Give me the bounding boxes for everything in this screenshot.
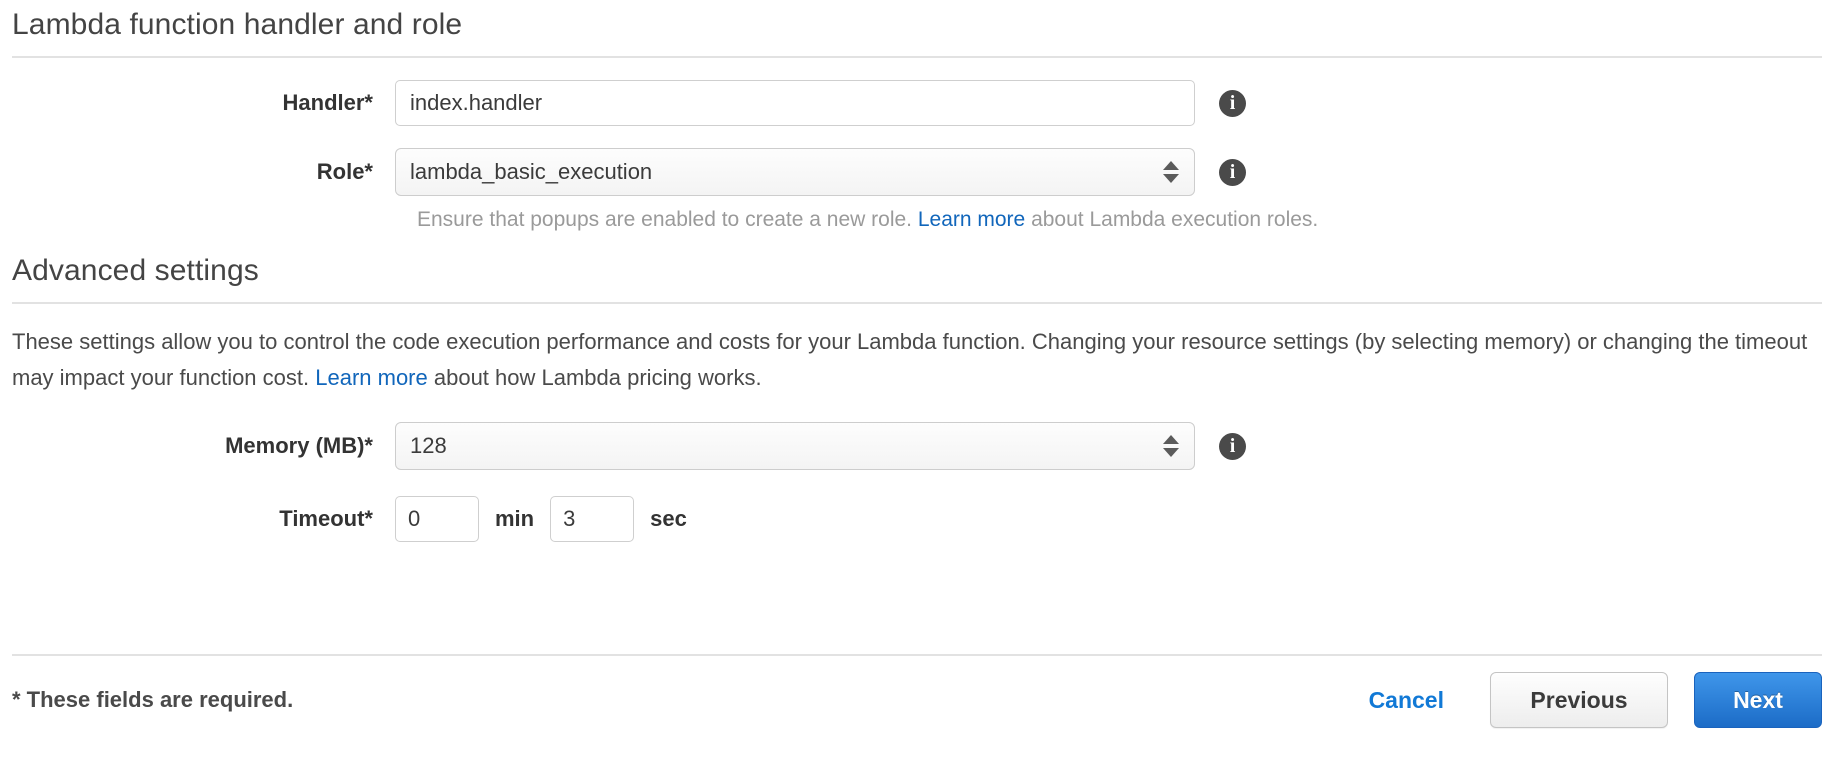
lambda-configuration-form: Lambda function handler and role Handler… [0,0,1834,764]
timeout-seconds-unit-label: sec [650,506,687,531]
section-divider-handler-role [12,56,1822,58]
section-title-advanced: Advanced settings [12,254,259,287]
role-select-wrapper[interactable]: lambda_basic_execution [395,148,1195,196]
footer-divider [12,654,1822,656]
role-label: Role* [316,159,373,184]
role-help-text-before: Ensure that popups are enabled to create… [417,208,918,231]
role-select[interactable]: lambda_basic_execution [395,148,1195,196]
section-divider-advanced [12,302,1822,304]
role-help-text: Ensure that popups are enabled to create… [395,208,1822,232]
pricing-learn-more-link[interactable]: Learn more [315,365,428,390]
cancel-button[interactable]: Cancel [1369,687,1444,714]
timeout-seconds-input[interactable] [550,496,635,542]
advanced-description: These settings allow you to control the … [12,324,1822,396]
memory-select[interactable]: 128 [395,422,1195,470]
form-row-role: Role* lambda_basic_execution i [12,148,1822,196]
timeout-minutes-unit-label: min [495,506,535,531]
role-info-icon[interactable]: i [1219,158,1246,186]
form-row-timeout: Timeout* min sec [12,496,1822,542]
form-row-memory: Memory (MB)* 128 i [12,422,1822,470]
form-row-handler: Handler* i [12,80,1822,126]
role-help-text-after: about Lambda execution roles. [1025,208,1319,231]
handler-label: Handler* [282,90,373,115]
next-button[interactable]: Next [1694,672,1822,728]
advanced-description-after: about how Lambda pricing works. [427,365,762,390]
footer-actions: Cancel Previous Next [1369,672,1822,728]
memory-field-area: 128 i [395,422,1246,470]
footer-bar: * These fields are required. Cancel Prev… [12,672,1822,728]
memory-select-wrapper[interactable]: 128 [395,422,1195,470]
advanced-description-before: These settings allow you to control the … [12,329,1808,390]
required-fields-note: * These fields are required. [12,687,294,712]
previous-button[interactable]: Previous [1490,672,1668,728]
timeout-minutes-input[interactable] [395,496,479,542]
role-learn-more-link[interactable]: Learn more [918,208,1025,231]
handler-input[interactable] [395,80,1195,126]
memory-info-icon[interactable]: i [1219,432,1246,460]
memory-label: Memory (MB)* [225,433,373,458]
section-title-handler-role: Lambda function handler and role [12,8,463,41]
timeout-field-area: min sec [395,496,687,542]
handler-field-area: i [395,80,1246,126]
timeout-label: Timeout* [279,506,373,531]
handler-info-icon[interactable]: i [1219,89,1246,117]
role-field-area: lambda_basic_execution i [395,148,1246,196]
